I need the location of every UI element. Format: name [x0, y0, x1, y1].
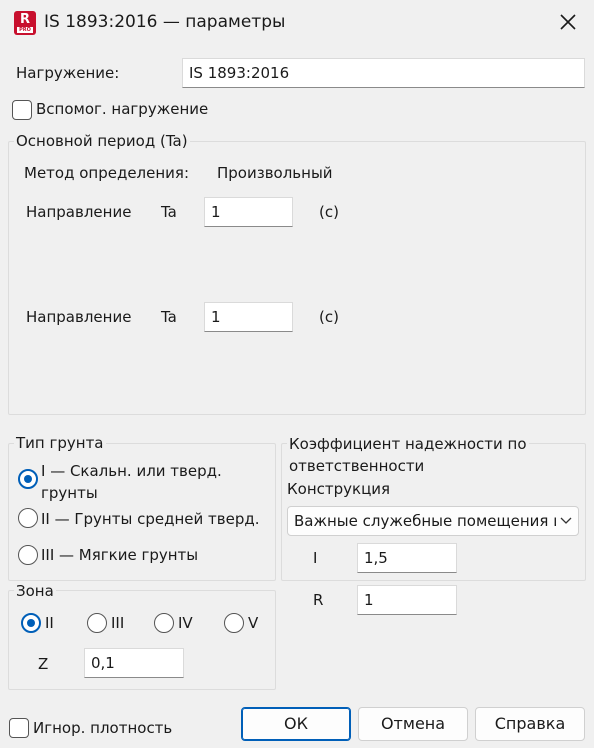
aux-load-label: Вспомог. нагружение: [36, 100, 209, 118]
ta-unit-2: (с): [319, 308, 339, 326]
close-icon-glyph: [560, 14, 576, 30]
zone-iv-radio[interactable]: [154, 613, 174, 633]
help-button[interactable]: Справка: [475, 707, 585, 741]
i-input[interactable]: [357, 543, 457, 573]
soil-option-1-radio[interactable]: [18, 469, 38, 489]
ok-button[interactable]: ОК: [241, 707, 351, 741]
cancel-button[interactable]: Отмена: [358, 707, 468, 741]
zone-iii-label: III: [111, 614, 125, 632]
app-icon-badge: PRO: [17, 27, 33, 33]
r-label: R: [313, 591, 324, 609]
direction-label-2: Направление: [26, 308, 132, 326]
soil-option-3-label: III — Мягкие грунты: [41, 546, 199, 564]
load-label: Нагружение:: [16, 64, 120, 82]
r-input[interactable]: [357, 585, 457, 615]
window-title: IS 1893:2016 — параметры: [44, 12, 286, 32]
zone-v-label: V: [248, 614, 259, 632]
period-group-title: Основной период (Ta): [14, 132, 190, 150]
ta-input-1[interactable]: [204, 197, 293, 227]
soil-option-1-label: I — Скальн. или тверд. грунты: [41, 460, 222, 504]
importance-title-line1: Коэффициент надежности по: [289, 435, 527, 453]
ta-label-2: Ta: [161, 308, 177, 326]
zone-ii-radio[interactable]: [21, 613, 41, 633]
z-label: Z: [38, 655, 49, 673]
close-icon[interactable]: [556, 10, 580, 34]
title-bar: R PRO IS 1893:2016 — параметры: [0, 0, 594, 46]
zone-ii-label: II: [45, 614, 54, 632]
ta-input-2[interactable]: [204, 302, 293, 332]
ignore-density-label: Игнор. плотность: [33, 719, 173, 737]
soil-option-1-line1: I — Скальн. или тверд.: [41, 462, 222, 480]
importance-group-title: Коэффициент надежности по ответственност…: [287, 433, 529, 477]
zone-v-radio[interactable]: [224, 613, 244, 633]
load-input[interactable]: [182, 58, 585, 88]
ta-label-1: Ta: [161, 203, 177, 221]
method-value: Произвольный: [217, 164, 333, 182]
importance-title-line2: ответственности: [289, 457, 425, 475]
ignore-density-checkbox[interactable]: [9, 718, 29, 738]
app-icon: R PRO: [14, 11, 36, 35]
structure-select[interactable]: Важные служебные помещения и: [287, 506, 579, 536]
app-icon-letter: R: [19, 12, 30, 27]
ta-unit-1: (с): [319, 203, 339, 221]
zone-group-title: Зона: [14, 582, 56, 600]
soil-option-3-radio[interactable]: [18, 545, 38, 565]
zone-iv-label: IV: [178, 614, 193, 632]
structure-select-value: Важные служебные помещения и: [294, 512, 556, 530]
direction-label-1: Направление: [26, 203, 132, 221]
i-label: I: [313, 549, 318, 567]
soil-option-2-label: II — Грунты средней тверд.: [41, 510, 260, 528]
z-input[interactable]: [84, 648, 184, 678]
period-group: [8, 141, 586, 415]
soil-option-1-line2: грунты: [41, 484, 98, 502]
soil-option-2-radio[interactable]: [18, 508, 38, 528]
chevron-down-icon: [560, 517, 572, 524]
zone-iii-radio[interactable]: [87, 613, 107, 633]
structure-label: Конструкция: [287, 480, 391, 498]
soil-group-title: Тип грунта: [14, 434, 106, 452]
method-label: Метод определения:: [24, 164, 190, 182]
aux-load-checkbox[interactable]: [12, 100, 32, 120]
